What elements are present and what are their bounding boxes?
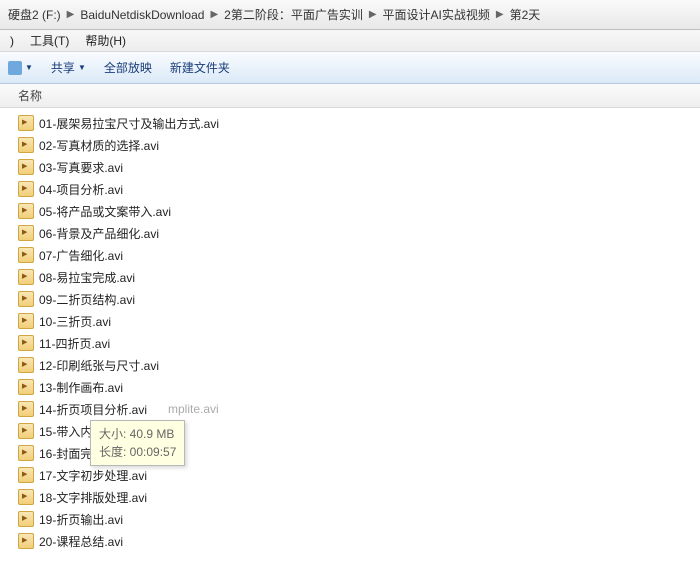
list-item[interactable]: 07-广告细化.avi [18, 244, 700, 266]
file-name: 01-展架易拉宝尺寸及输出方式.avi [39, 115, 219, 132]
video-file-icon [18, 511, 34, 527]
file-name: 17-文字初步处理.avi [39, 467, 147, 484]
file-name: 04-项目分析.avi [39, 181, 123, 198]
list-item[interactable]: 05-将产品或文案带入.avi [18, 200, 700, 222]
list-item[interactable]: 01-展架易拉宝尺寸及输出方式.avi [18, 112, 700, 134]
file-name: 09-二折页结构.avi [39, 291, 135, 308]
organize-button[interactable]: ▼ [8, 61, 33, 75]
list-item[interactable]: 04-项目分析.avi [18, 178, 700, 200]
breadcrumb[interactable]: 2第二阶段：平面广告实训 [222, 6, 365, 23]
video-file-icon [18, 423, 34, 439]
file-name: 08-易拉宝完成.avi [39, 269, 135, 286]
file-name: 06-背景及产品细化.avi [39, 225, 159, 242]
list-item[interactable]: 19-折页输出.avi [18, 508, 700, 530]
menu-help[interactable]: 帮助(H) [77, 30, 134, 51]
menu-tools[interactable]: 工具(T) [22, 30, 77, 51]
tooltip: 大小: 40.9 MB 长度: 00:09:57 [90, 420, 185, 466]
file-name: 13-制作画布.avi [39, 379, 123, 396]
list-item[interactable]: 11-四折页.avi [18, 332, 700, 354]
list-item[interactable]: 13-制作画布.avi [18, 376, 700, 398]
file-name: 10-三折页.avi [39, 313, 111, 330]
breadcrumb[interactable]: 第2天 [508, 6, 543, 23]
video-file-icon [18, 269, 34, 285]
file-name: 05-将产品或文案带入.avi [39, 203, 171, 220]
list-item[interactable]: 12-印刷纸张与尺寸.avi [18, 354, 700, 376]
file-name: 03-写真要求.avi [39, 159, 123, 176]
play-all-button[interactable]: 全部放映 [104, 59, 152, 76]
list-item[interactable]: 18-文字排版处理.avi [18, 486, 700, 508]
list-item[interactable]: 14-折页项目分析.avi mplite.avi [18, 398, 700, 420]
video-file-icon [18, 379, 34, 395]
breadcrumb[interactable]: BaiduNetdiskDownload [78, 8, 206, 22]
video-file-icon [18, 467, 34, 483]
list-item[interactable]: 02-写真材质的选择.avi [18, 134, 700, 156]
breadcrumb[interactable]: 硬盘2 (F:) [6, 6, 63, 23]
tooltip-size: 大小: 40.9 MB [99, 425, 176, 443]
video-file-icon [18, 445, 34, 461]
tooltip-length: 长度: 00:09:57 [99, 443, 176, 461]
file-name: 18-文字排版处理.avi [39, 489, 147, 506]
chevron-right-icon: ▶ [365, 9, 381, 20]
video-file-icon [18, 533, 34, 549]
file-name: 12-印刷纸张与尺寸.avi [39, 357, 159, 374]
video-file-icon [18, 291, 34, 307]
file-name: 20-课程总结.avi [39, 533, 123, 550]
list-item[interactable]: 03-写真要求.avi [18, 156, 700, 178]
file-name: 14-折页项目分析.avi [39, 401, 147, 418]
video-file-icon [18, 203, 34, 219]
file-name: 02-写真材质的选择.avi [39, 137, 159, 154]
new-folder-button[interactable]: 新建文件夹 [170, 59, 230, 76]
file-name: 11-四折页.avi [39, 335, 110, 352]
video-file-icon [18, 357, 34, 373]
address-bar[interactable]: 硬盘2 (F:) ▶ BaiduNetdiskDownload ▶ 2第二阶段：… [0, 0, 700, 30]
video-file-icon [18, 181, 34, 197]
list-item[interactable]: 08-易拉宝完成.avi [18, 266, 700, 288]
list-item[interactable]: 17-文字初步处理.avi [18, 464, 700, 486]
breadcrumb[interactable]: 平面设计AI实战视频 [381, 6, 492, 23]
video-file-icon [18, 489, 34, 505]
toolbar: ▼ 共享▼ 全部放映 新建文件夹 [0, 52, 700, 84]
share-button[interactable]: 共享▼ [51, 59, 86, 76]
file-name: 19-折页输出.avi [39, 511, 123, 528]
video-file-icon [18, 137, 34, 153]
list-item[interactable]: 06-背景及产品细化.avi [18, 222, 700, 244]
video-file-icon [18, 115, 34, 131]
video-file-icon [18, 335, 34, 351]
menu-fragment: ) [2, 32, 22, 50]
column-name: 名称 [18, 87, 42, 104]
chevron-right-icon: ▶ [206, 9, 222, 20]
video-file-icon [18, 401, 34, 417]
list-item[interactable]: 10-三折页.avi [18, 310, 700, 332]
video-file-icon [18, 313, 34, 329]
list-item[interactable]: 09-二折页结构.avi [18, 288, 700, 310]
video-file-icon [18, 225, 34, 241]
video-file-icon [18, 159, 34, 175]
video-file-icon [18, 247, 34, 263]
list-item[interactable]: 20-课程总结.avi [18, 530, 700, 552]
file-name: 07-广告细化.avi [39, 247, 123, 264]
tooltip-ghost-text: mplite.avi [168, 402, 219, 416]
chevron-right-icon: ▶ [63, 9, 79, 20]
file-list: 01-展架易拉宝尺寸及输出方式.avi 02-写真材质的选择.avi 03-写真要求… [0, 108, 700, 556]
column-header[interactable]: 名称 [0, 84, 700, 108]
menu-bar: ) 工具(T) 帮助(H) [0, 30, 700, 52]
chevron-right-icon: ▶ [492, 9, 508, 20]
